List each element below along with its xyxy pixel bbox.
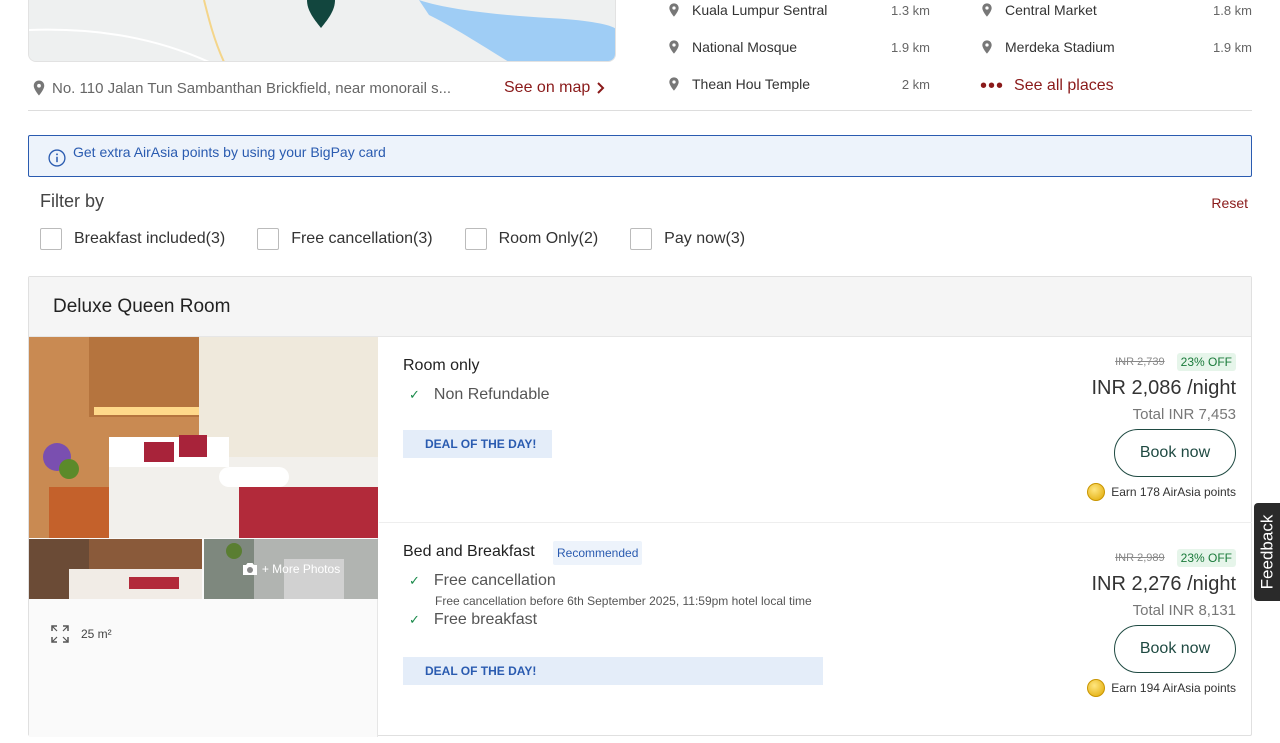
place-distance: 1.9 km (1212, 39, 1252, 55)
hotel-address: No. 110 Jalan Tun Sambanthan Brickfield,… (52, 79, 452, 97)
filter-pay-now[interactable]: Pay now(3) (630, 228, 745, 250)
banner-text: Get extra AirAsia points by using your B… (73, 144, 386, 160)
earn-points: Earn 194 AirAsia points (1087, 679, 1236, 697)
check-icon: ✓ (409, 573, 420, 588)
feedback-label: Feedback (1257, 514, 1277, 590)
room-photo-main[interactable] (29, 337, 378, 538)
bigpay-info-banner: Get extra AirAsia points by using your B… (28, 135, 1252, 177)
cancellation-policy-note: Free cancellation before 6th September 2… (435, 594, 812, 608)
address-row: No. 110 Jalan Tun Sambanthan Brickfield,… (28, 74, 616, 102)
earn-points: Earn 178 AirAsia points (1087, 483, 1236, 501)
rate-title: Room only (403, 357, 480, 374)
expand-icon (51, 625, 69, 643)
rate-title: Bed and Breakfast (403, 543, 535, 560)
feature-label: Free breakfast (433, 611, 538, 628)
nearby-place: National Mosque 1.9 km (666, 36, 930, 58)
room-card: Deluxe Queen Room + More Photos 25 m² Ro… (28, 276, 1252, 737)
place-distance: 1.8 km (1212, 2, 1252, 18)
nearby-place: Kuala Lumpur Sentral 1.3 km (666, 0, 930, 21)
rate-option: Bed and Breakfast Recommended ✓ Free can… (379, 523, 1252, 743)
rate-option: Room only ✓ Non Refundable DEAL OF THE D… (379, 337, 1252, 523)
rate-feature: ✓ Free cancellation (409, 572, 556, 590)
place-distance: 1.3 km (890, 2, 930, 18)
book-now-button[interactable]: Book now (1114, 429, 1236, 477)
total-price: Total INR 8,131 (1132, 602, 1236, 619)
nightly-price: INR 2,276 /night (1091, 573, 1236, 595)
airasia-points-coin-icon (1087, 483, 1106, 501)
book-now-button[interactable]: Book now (1114, 625, 1236, 673)
rate-feature: ✓ Free breakfast (409, 611, 537, 629)
filter-breakfast-included[interactable]: Breakfast included(3) (40, 228, 225, 250)
more-dots-icon: ••• (980, 75, 1005, 97)
checkbox[interactable] (630, 228, 653, 250)
filter-room-only[interactable]: Room Only(2) (464, 228, 599, 250)
recommended-badge: Recommended (553, 541, 643, 565)
room-title: Deluxe Queen Room (53, 295, 231, 317)
original-price: INR 2,739 (1115, 356, 1165, 368)
room-size: 25 m² (51, 625, 112, 643)
place-name: National Mosque (692, 39, 798, 55)
see-on-map-label: See on map (504, 79, 591, 96)
feedback-tab[interactable]: Feedback (1254, 503, 1280, 601)
see-all-places-label: See all places (1014, 77, 1114, 94)
more-photos-label: + More Photos (261, 562, 341, 576)
place-distance: 1.9 km (890, 39, 930, 55)
filter-free-cancellation[interactable]: Free cancellation(3) (257, 228, 433, 250)
checkbox[interactable] (40, 228, 62, 250)
checkbox[interactable] (257, 228, 280, 250)
total-price: Total INR 7,453 (1132, 406, 1236, 423)
camera-icon (242, 563, 257, 575)
place-distance: 2 km (901, 76, 930, 92)
see-all-places-link[interactable]: ••• See all places (980, 74, 1114, 98)
info-icon (48, 149, 66, 167)
discount-badge: 23% OFF (1176, 549, 1236, 567)
airasia-points-coin-icon (1087, 679, 1106, 697)
filter-title: Filter by (40, 191, 105, 211)
section-divider (28, 110, 1252, 111)
filter-options: Breakfast included(3) Free cancellation(… (40, 228, 777, 250)
feature-label: Non Refundable (433, 386, 550, 403)
location-pin-icon (669, 77, 679, 91)
check-icon: ✓ (409, 387, 420, 402)
rate-feature: ✓ Non Refundable (409, 386, 550, 404)
location-pin-icon (669, 40, 679, 54)
feature-label: Free cancellation (433, 572, 556, 589)
deal-of-the-day-badge: DEAL OF THE DAY! (403, 430, 552, 458)
room-photo-more[interactable]: + More Photos (204, 539, 378, 599)
place-name: Kuala Lumpur Sentral (692, 2, 828, 18)
room-size-value: 25 m² (81, 627, 112, 641)
earn-points-label: Earn 178 AirAsia points (1111, 485, 1236, 499)
filter-label: Room Only(2) (498, 230, 599, 247)
check-icon: ✓ (409, 612, 420, 627)
map-preview[interactable] (28, 0, 616, 62)
place-name: Thean Hou Temple (692, 76, 811, 92)
earn-points-label: Earn 194 AirAsia points (1111, 681, 1236, 695)
place-name: Merdeka Stadium (1005, 39, 1115, 55)
location-pin-icon (33, 80, 45, 96)
filter-label: Pay now(3) (664, 230, 746, 247)
deal-of-the-day-badge: DEAL OF THE DAY! (403, 657, 823, 685)
room-photo-thumb[interactable] (29, 539, 202, 599)
checkbox[interactable] (464, 228, 487, 250)
nearby-place: Central Market 1.8 km (979, 0, 1252, 21)
room-media: + More Photos 25 m² (29, 337, 378, 737)
location-pin-icon (982, 3, 992, 17)
nearby-place: Merdeka Stadium 1.9 km (979, 36, 1252, 58)
see-on-map-link[interactable]: See on map (504, 79, 606, 97)
location-pin-icon (982, 40, 992, 54)
location-pin-icon (669, 3, 679, 17)
reset-filters-button[interactable]: Reset (1211, 195, 1248, 211)
price-box: INR 2,739 23% OFF INR 2,086 /night Total… (1087, 353, 1236, 501)
nearby-place: Thean Hou Temple 2 km (666, 73, 930, 95)
more-photos-button[interactable]: + More Photos (204, 539, 378, 599)
chevron-right-icon (597, 82, 605, 94)
filter-label: Breakfast included(3) (74, 230, 226, 247)
room-header: Deluxe Queen Room (29, 277, 1251, 337)
filter-label: Free cancellation(3) (291, 230, 433, 247)
place-name: Central Market (1005, 2, 1097, 18)
price-box: INR 2,989 23% OFF INR 2,276 /night Total… (1087, 549, 1236, 697)
nightly-price: INR 2,086 /night (1091, 377, 1236, 399)
discount-badge: 23% OFF (1176, 353, 1236, 371)
original-price: INR 2,989 (1115, 552, 1165, 564)
